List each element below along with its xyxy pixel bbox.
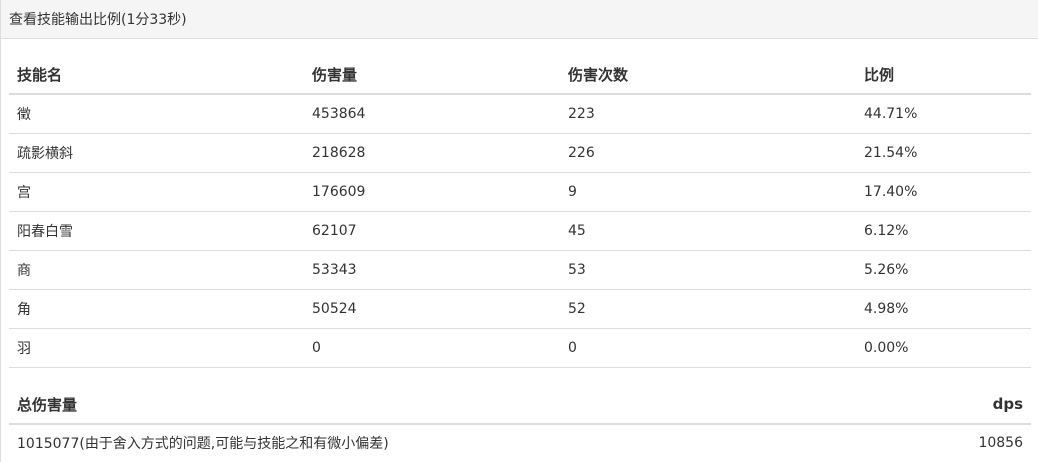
header-dps: dps: [892, 385, 1031, 425]
skills-table: 技能名 伤害量 伤害次数 比例 徵 453864 223 44.71% 疏影横斜…: [9, 56, 1031, 368]
hit-count: 53: [560, 249, 856, 289]
hit-count: 45: [560, 210, 856, 250]
ratio: 44.71%: [864, 105, 918, 122]
skill-name: 疏影横斜: [9, 132, 304, 172]
header-hit-count: 伤害次数: [560, 56, 856, 95]
table-row: 疏影横斜 218628 226 21.54%: [9, 132, 1031, 172]
total-damage-value: 1015077(由于舍入方式的问题,可能与技能之和有微小偏差): [17, 436, 389, 452]
damage: 50524: [304, 288, 560, 328]
table-row: 羽 0 0 0.00%: [9, 327, 1031, 368]
ratio: 5.26%: [856, 249, 1031, 289]
panel-body: 技能名 伤害量 伤害次数 比例 徵 453864 223 44.71% 疏影横斜…: [1, 56, 1038, 462]
hit-count: 0: [560, 327, 856, 368]
totals-table: 总伤害量 dps 1015077(由于舍入方式的问题,可能与技能之和有微小偏差)…: [9, 385, 1031, 462]
table-row: 商 53343 53 5.26%: [9, 249, 1031, 289]
damage: 218628: [304, 132, 560, 172]
damage: 453864: [312, 105, 366, 122]
panel-title[interactable]: 查看技能输出比例(1分33秒): [9, 9, 187, 29]
hit-count: 226: [560, 132, 856, 172]
damage: 53343: [304, 249, 560, 289]
table-row: 角 50524 52 4.98%: [9, 288, 1031, 328]
table-row: 宫 176609 9 17.40%: [9, 171, 1031, 211]
damage: 176609: [304, 171, 560, 211]
skill-name: 徵: [17, 106, 31, 123]
ratio: 0.00%: [856, 327, 1031, 368]
skill-name: 宫: [9, 171, 304, 211]
ratio: 6.12%: [856, 210, 1031, 250]
totals-row: 1015077(由于舍入方式的问题,可能与技能之和有微小偏差) 10856: [9, 424, 1031, 462]
table-header-row: 技能名 伤害量 伤害次数 比例: [9, 56, 1031, 95]
header-total-damage: 总伤害量: [9, 385, 893, 425]
ratio: 21.54%: [856, 132, 1031, 172]
skill-name: 阳春白雪: [9, 210, 304, 250]
totals-header-row: 总伤害量 dps: [9, 385, 1031, 425]
hit-count: 52: [560, 288, 856, 328]
skill-output-panel: 查看技能输出比例(1分33秒) 技能名 伤害量 伤害次数 比例 徵 453864…: [0, 0, 1038, 462]
panel-header[interactable]: 查看技能输出比例(1分33秒): [1, 0, 1038, 39]
hit-count: 223: [568, 105, 595, 122]
hit-count: 9: [560, 171, 856, 211]
ratio: 17.40%: [856, 171, 1031, 211]
header-ratio: 比例: [856, 56, 1031, 95]
skill-name: 角: [9, 288, 304, 328]
ratio: 4.98%: [856, 288, 1031, 328]
dps-value: 10856: [978, 435, 1023, 451]
damage: 62107: [304, 210, 560, 250]
skill-name: 羽: [9, 327, 304, 368]
header-skill-name: 技能名: [9, 56, 304, 95]
table-row: 阳春白雪 62107 45 6.12%: [9, 210, 1031, 250]
table-row: 徵 453864 223 44.71%: [9, 94, 1031, 133]
damage: 0: [304, 327, 560, 368]
skill-name: 商: [9, 249, 304, 289]
header-damage: 伤害量: [304, 56, 560, 95]
